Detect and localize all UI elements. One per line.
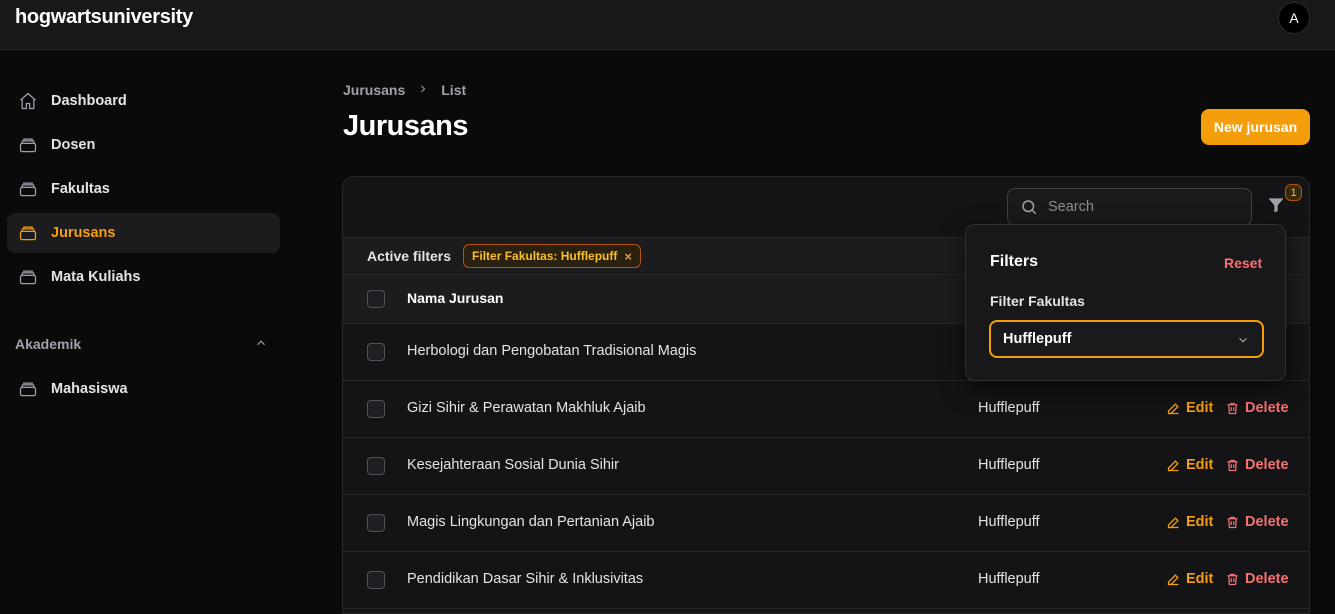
row-name[interactable]: Kesejahteraan Sosial Dunia Sihir <box>407 457 619 473</box>
table-row: Kesejahteraan Sosial Dunia Sihir Hufflep… <box>343 438 1309 495</box>
row-fakultas: Hufflepuff <box>978 457 1040 473</box>
trash-icon <box>1227 516 1238 528</box>
remove-filter-icon[interactable]: × <box>624 249 632 264</box>
row-name[interactable]: Gizi Sihir & Perawatan Makhluk Ajaib <box>407 400 646 416</box>
sidebar-group-label[interactable]: Akademik <box>15 336 81 352</box>
new-jurusan-button[interactable]: New jurusan <box>1201 109 1310 145</box>
sidebar-item-dashboard[interactable]: Dashboard <box>7 81 280 121</box>
row-checkbox[interactable] <box>367 400 385 418</box>
filter-icon[interactable] <box>1266 195 1288 217</box>
breadcrumb-current: List <box>441 82 467 98</box>
row-checkbox[interactable] <box>367 514 385 532</box>
trash-icon <box>1227 402 1238 414</box>
table-row: Magis Lingkungan dan Pertanian Ajaib Huf… <box>343 495 1309 552</box>
home-icon <box>17 90 39 112</box>
chevron-up-icon[interactable] <box>254 336 270 352</box>
sidebar: Dashboard Dosen Fakultas Jurusans Mata K… <box>0 50 290 614</box>
delete-button[interactable]: Delete <box>1225 514 1289 530</box>
active-filter-chip-label: Filter Fakultas: Hufflepuff <box>472 249 618 263</box>
sidebar-item-label: Mata Kuliahs <box>51 269 141 285</box>
search-input[interactable] <box>1048 199 1228 215</box>
stack-icon <box>17 378 39 400</box>
edit-button[interactable]: Edit <box>1166 400 1213 416</box>
stack-icon <box>17 178 39 200</box>
select-all-checkbox[interactable] <box>367 290 385 308</box>
table-row: Pendidikan Dasar Sihir & Inklusivitas Hu… <box>343 552 1309 609</box>
stack-icon <box>17 222 39 244</box>
table-row: Gizi Sihir & Perawatan Makhluk Ajaib Huf… <box>343 381 1309 438</box>
edit-button[interactable]: Edit <box>1166 514 1213 530</box>
row-checkbox[interactable] <box>367 571 385 589</box>
chevron-down-icon <box>1236 333 1250 347</box>
active-filters-label: Active filters <box>367 248 452 264</box>
edit-icon <box>1167 402 1179 414</box>
sidebar-item-label: Jurusans <box>51 225 116 241</box>
sidebar-item-jurusans[interactable]: Jurusans <box>7 213 280 253</box>
column-header-nama-jurusan[interactable]: Nama Jurusan <box>407 290 503 306</box>
row-name[interactable]: Pendidikan Dasar Sihir & Inklusivitas <box>407 571 643 587</box>
reset-filters-button[interactable]: Reset <box>1224 255 1262 271</box>
brand-logo[interactable]: hogwartsuniversity <box>15 6 193 29</box>
filter-count-badge: 1 <box>1285 184 1302 201</box>
delete-button[interactable]: Delete <box>1225 400 1289 416</box>
delete-button[interactable]: Delete <box>1225 457 1289 473</box>
sidebar-item-label: Dashboard <box>51 93 127 109</box>
top-bar: hogwartsuniversity A <box>0 0 1335 50</box>
row-fakultas: Hufflepuff <box>978 514 1040 530</box>
chevron-right-icon <box>417 82 429 98</box>
row-checkbox[interactable] <box>367 343 385 361</box>
edit-icon <box>1167 573 1179 585</box>
edit-button[interactable]: Edit <box>1166 571 1213 587</box>
filter-fakultas-value: Hufflepuff <box>1003 331 1072 347</box>
row-fakultas: Hufflepuff <box>978 571 1040 587</box>
edit-icon <box>1167 516 1179 528</box>
active-filter-chip: Filter Fakultas: Hufflepuff × <box>463 244 641 268</box>
search-icon <box>1022 200 1037 215</box>
edit-icon <box>1167 459 1179 471</box>
sidebar-item-label: Dosen <box>51 137 96 153</box>
row-checkbox[interactable] <box>367 457 385 475</box>
stack-icon <box>17 266 39 288</box>
stack-icon <box>17 134 39 156</box>
filters-dropdown: Filters Reset Filter Fakultas Hufflepuff <box>965 224 1286 381</box>
filter-fakultas-select[interactable]: Hufflepuff <box>989 320 1264 358</box>
row-name[interactable]: Magis Lingkungan dan Pertanian Ajaib <box>407 514 654 530</box>
breadcrumb-link-jurusans[interactable]: Jurusans <box>343 82 405 98</box>
edit-button[interactable]: Edit <box>1166 457 1213 473</box>
filters-title: Filters <box>990 253 1039 270</box>
page-title: Jurusans <box>343 110 468 142</box>
sidebar-item-fakultas[interactable]: Fakultas <box>7 169 280 209</box>
sidebar-item-mahasiswa[interactable]: Mahasiswa <box>7 369 280 409</box>
sidebar-item-label: Mahasiswa <box>51 381 128 397</box>
row-fakultas: Hufflepuff <box>978 400 1040 416</box>
filter-fakultas-label: Filter Fakultas <box>990 293 1085 309</box>
search-box[interactable] <box>1007 188 1252 226</box>
sidebar-item-mata-kuliahs[interactable]: Mata Kuliahs <box>7 257 280 297</box>
breadcrumb: Jurusans List <box>343 82 466 98</box>
sidebar-item-dosen[interactable]: Dosen <box>7 125 280 165</box>
sidebar-item-label: Fakultas <box>51 181 110 197</box>
delete-button[interactable]: Delete <box>1225 571 1289 587</box>
trash-icon <box>1227 573 1238 585</box>
row-name[interactable]: Herbologi dan Pengobatan Tradisional Mag… <box>407 343 696 359</box>
user-avatar[interactable]: A <box>1278 2 1310 34</box>
trash-icon <box>1227 459 1238 471</box>
